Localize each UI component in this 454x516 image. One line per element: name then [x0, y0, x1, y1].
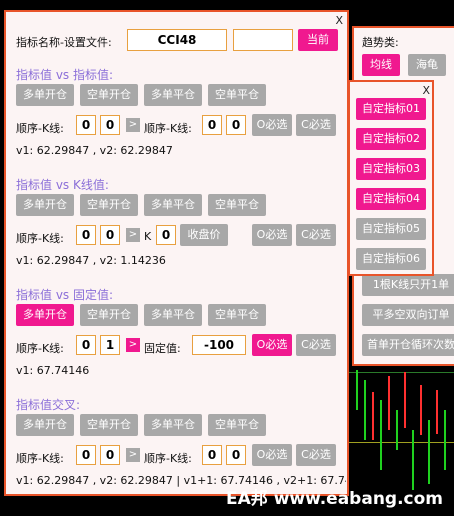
custom-indicator-04-button[interactable]: 自定指标04: [356, 188, 426, 210]
trend-turtle-button[interactable]: 海龟: [408, 54, 446, 76]
s1-v1-index-field[interactable]: 0: [76, 115, 96, 135]
s4-long-close-button[interactable]: 多单平仓: [144, 414, 202, 436]
s3-long-close-button[interactable]: 多单平仓: [144, 304, 202, 326]
s4-bar-label-1: 顺序-K线:: [16, 452, 64, 465]
s3-v1-index-field[interactable]: 0: [76, 335, 96, 355]
custom-indicator-02-button[interactable]: 自定指标02: [356, 128, 426, 150]
custom-indicator-06-button[interactable]: 自定指标06: [356, 248, 426, 270]
s2-v1-index-field[interactable]: 0: [76, 225, 96, 245]
s4-v1-index-field[interactable]: 0: [76, 445, 96, 465]
s3-long-open-button[interactable]: 多单开仓: [16, 304, 74, 326]
s3-v1-bar-field[interactable]: 1: [100, 335, 120, 355]
chart-candle: [420, 385, 422, 435]
s1-v2-index-field[interactable]: 0: [202, 115, 222, 135]
s2-k-label: K: [144, 230, 152, 243]
one-order-per-bar-button[interactable]: 1根K线只开1单: [362, 274, 454, 296]
s1-values-readout: v1: 62.29847 , v2: 62.29847: [16, 144, 173, 157]
trend-ma-button[interactable]: 均线: [362, 54, 400, 76]
s1-long-open-button[interactable]: 多单开仓: [16, 84, 74, 106]
s3-compare-operator[interactable]: >: [126, 338, 140, 352]
s1-short-close-button[interactable]: 空单平仓: [208, 84, 266, 106]
s1-short-open-button[interactable]: 空单开仓: [80, 84, 138, 106]
popup-close-icon[interactable]: X: [422, 84, 430, 97]
s3-bar-label-1: 顺序-K线:: [16, 342, 64, 355]
s3-close-required-toggle[interactable]: C必选: [296, 334, 336, 356]
s4-short-close-button[interactable]: 空单平仓: [208, 414, 266, 436]
s4-v2-index-field[interactable]: 0: [202, 445, 222, 465]
chart-candle: [396, 410, 398, 450]
s4-v2-bar-field[interactable]: 0: [226, 445, 246, 465]
trend-label: 趋势类:: [362, 36, 399, 49]
s2-values-readout: v1: 62.29847 , v2: 1.14236: [16, 254, 166, 267]
s1-open-required-toggle[interactable]: O必选: [252, 114, 292, 136]
section-title-ind-vs-bar: 指标值 vs K线值:: [16, 178, 109, 192]
chart-candle: [372, 392, 374, 440]
chart-level-line: [349, 372, 454, 373]
s4-long-open-button[interactable]: 多单开仓: [16, 414, 74, 436]
s4-close-required-toggle[interactable]: C必选: [296, 444, 336, 466]
s1-bar-label-2: 顺序-K线:: [144, 122, 192, 135]
chart-candle: [380, 400, 382, 470]
indicator-extra-field[interactable]: [233, 29, 293, 51]
section-title-ind-vs-ind: 指标值 vs 指标值:: [16, 68, 114, 82]
chart-candle: [412, 430, 414, 490]
chart-candle: [436, 390, 438, 434]
s3-fixed-value-field[interactable]: -100: [192, 335, 246, 355]
s2-close-required-toggle[interactable]: C必选: [296, 224, 336, 246]
s2-compare-operator[interactable]: >: [126, 228, 140, 242]
s2-short-close-button[interactable]: 空单平仓: [208, 194, 266, 216]
current-button[interactable]: 当前: [298, 29, 338, 51]
s3-open-required-toggle[interactable]: O必选: [252, 334, 292, 356]
chart-level-line: [349, 442, 454, 443]
chart-candle: [444, 410, 446, 470]
chart-candle: [388, 376, 390, 430]
s2-short-open-button[interactable]: 空单开仓: [80, 194, 138, 216]
s3-short-open-button[interactable]: 空单开仓: [80, 304, 138, 326]
close-both-orders-button[interactable]: 平多空双向订单: [362, 304, 454, 326]
indicator-name-field[interactable]: CCI48: [127, 29, 227, 51]
s4-v1-bar-field[interactable]: 0: [100, 445, 120, 465]
s2-open-required-toggle[interactable]: O必选: [252, 224, 292, 246]
s2-long-open-button[interactable]: 多单开仓: [16, 194, 74, 216]
panel-close-icon[interactable]: X: [335, 14, 343, 27]
s2-long-close-button[interactable]: 多单平仓: [144, 194, 202, 216]
s1-v1-bar-field[interactable]: 0: [100, 115, 120, 135]
s3-fixed-label: 固定值:: [144, 342, 181, 355]
chart-candle: [404, 372, 406, 428]
custom-indicator-01-button[interactable]: 自定指标01: [356, 98, 426, 120]
s2-k-field[interactable]: 0: [156, 225, 176, 245]
s1-close-required-toggle[interactable]: C必选: [296, 114, 336, 136]
indicator-settings-panel: X 指标名称-设置文件: CCI48 当前 指标值 vs 指标值: 多单开仓 空…: [4, 10, 349, 496]
chart-candle: [356, 370, 358, 410]
first-order-loop-button[interactable]: 首单开仓循环次数: [362, 334, 454, 356]
s1-long-close-button[interactable]: 多单平仓: [144, 84, 202, 106]
section-title-ind-cross: 指标值交叉:: [16, 398, 81, 412]
s3-short-close-button[interactable]: 空单平仓: [208, 304, 266, 326]
custom-indicator-05-button[interactable]: 自定指标05: [356, 218, 426, 240]
s1-v2-bar-field[interactable]: 0: [226, 115, 246, 135]
custom-indicator-03-button[interactable]: 自定指标03: [356, 158, 426, 180]
s4-bar-label-2: 顺序-K线:: [144, 452, 192, 465]
s2-v1-bar-field[interactable]: 0: [100, 225, 120, 245]
chart-candle: [428, 420, 430, 484]
section-title-ind-vs-fixed: 指标值 vs 固定值:: [16, 288, 114, 302]
chart-candle: [364, 380, 366, 440]
watermark-text: EA邦 www.eabang.com: [226, 489, 444, 509]
s4-compare-operator[interactable]: >: [126, 448, 140, 462]
s3-values-readout: v1: 67.74146: [16, 364, 90, 377]
s1-compare-operator[interactable]: >: [126, 118, 140, 132]
s1-bar-label-1: 顺序-K线:: [16, 122, 64, 135]
indicator-name-label: 指标名称-设置文件:: [16, 36, 112, 49]
s2-close-price-button[interactable]: 收盘价: [180, 224, 228, 246]
s4-short-open-button[interactable]: 空单开仓: [80, 414, 138, 436]
custom-indicator-popup: X 自定指标01 自定指标02 自定指标03 自定指标04 自定指标05 自定指…: [348, 80, 434, 276]
s4-open-required-toggle[interactable]: O必选: [252, 444, 292, 466]
s2-bar-label-1: 顺序-K线:: [16, 232, 64, 245]
